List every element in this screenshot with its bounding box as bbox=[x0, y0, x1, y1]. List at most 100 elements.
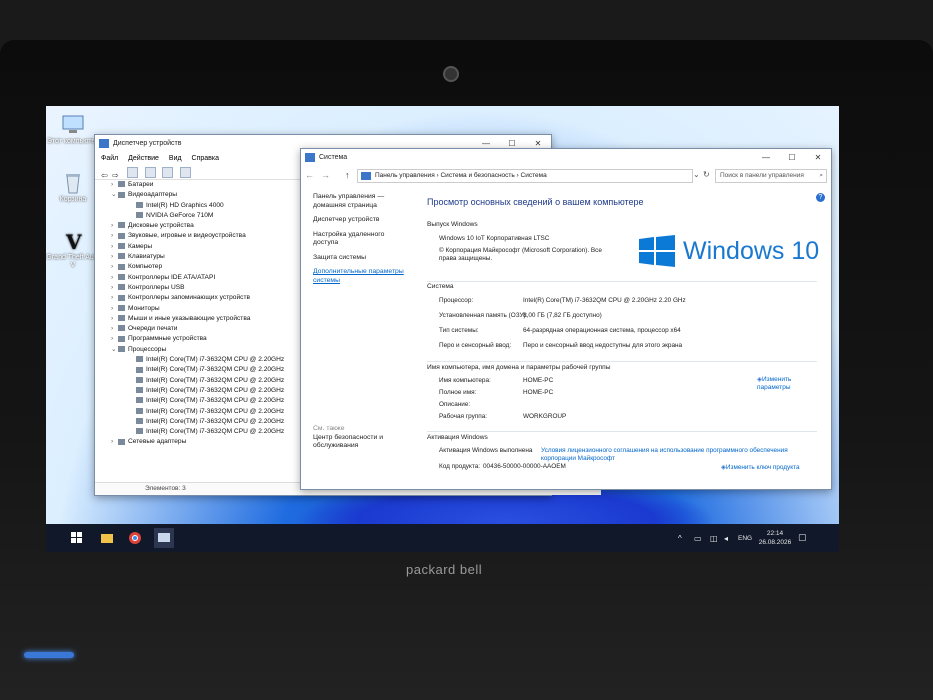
info-value: HOME-PC bbox=[523, 377, 554, 384]
help-icon[interactable] bbox=[144, 167, 156, 178]
dropdown-chevron-icon[interactable]: ⌄ bbox=[693, 169, 700, 181]
volume-icon[interactable]: ◂ bbox=[724, 534, 728, 543]
menu-action[interactable]: Действие bbox=[128, 155, 159, 162]
system-window[interactable]: Система — ☐ ✕ ← → ↑ Панель управления › … bbox=[300, 148, 832, 490]
tree-item-label: Intel(R) Core(TM) i7-3632QM CPU @ 2.20GH… bbox=[146, 407, 285, 415]
search-input[interactable]: Поиск в панели управления ⌕ bbox=[715, 169, 827, 183]
tree-item-label: Intel(R) Core(TM) i7-3632QM CPU @ 2.20GH… bbox=[146, 397, 285, 405]
nav-home-link[interactable]: Панель управления — домашняя страница bbox=[313, 193, 409, 210]
collapse-chevron-icon[interactable]: › bbox=[111, 242, 118, 252]
collapse-chevron-icon[interactable]: › bbox=[111, 293, 118, 303]
collapse-chevron-icon[interactable]: › bbox=[111, 262, 118, 272]
battery-icon[interactable]: ▭ bbox=[694, 534, 702, 543]
desktop-icon-label: Этот компьютер bbox=[46, 138, 100, 145]
desktop-icon-gta[interactable]: V Grand Theft Auto V bbox=[46, 230, 100, 270]
tree-item-label: Intel(R) Core(TM) i7-3632QM CPU @ 2.20GH… bbox=[146, 366, 285, 374]
nav-device-manager-link[interactable]: Диспетчер устройств bbox=[313, 216, 409, 225]
screen: Этот компьютер Корзина V Grand Theft Aut… bbox=[46, 106, 839, 552]
forward-arrow-icon[interactable]: → bbox=[321, 169, 330, 181]
help-icon[interactable]: ? bbox=[816, 193, 825, 202]
menu-help[interactable]: Справка bbox=[192, 155, 219, 162]
language-indicator[interactable]: ENG bbox=[738, 534, 752, 543]
clock[interactable]: 22:14 26.08.2026 bbox=[758, 529, 792, 547]
edition-section-title: Выпуск Windows bbox=[427, 221, 478, 228]
nav-advanced-settings-link[interactable]: Дополнительные параметры системы bbox=[313, 268, 409, 285]
collapse-chevron-icon[interactable]: › bbox=[111, 180, 118, 190]
device-icon bbox=[118, 346, 125, 352]
desktop-icon-this-pc[interactable]: Этот компьютер bbox=[46, 114, 100, 146]
taskbar: ^ ▭ ◫ ◂ ENG 22:14 26.08.2026 ▢ bbox=[46, 524, 839, 552]
collapse-chevron-icon[interactable]: › bbox=[111, 283, 118, 293]
nav-remote-access-link[interactable]: Настройка удаленного доступа bbox=[313, 231, 409, 248]
minimize-button[interactable]: — bbox=[753, 149, 779, 167]
collapse-chevron-icon[interactable]: › bbox=[111, 334, 118, 344]
address-bar[interactable]: Панель управления › Система и безопаснос… bbox=[357, 169, 693, 183]
divider bbox=[427, 281, 817, 282]
device-icon bbox=[136, 387, 143, 394]
refresh-icon[interactable]: ↻ bbox=[703, 169, 710, 181]
info-value: 8,00 ГБ (7,82 ГБ доступно) bbox=[523, 312, 602, 319]
up-arrow-icon[interactable]: ↑ bbox=[345, 169, 350, 181]
network-icon[interactable]: ◫ bbox=[710, 534, 718, 543]
device-icon bbox=[136, 397, 143, 404]
taskbar-chrome[interactable] bbox=[128, 531, 142, 545]
device-icon bbox=[136, 366, 143, 373]
chrome-icon bbox=[129, 532, 141, 544]
scan-hardware-icon[interactable] bbox=[179, 167, 191, 178]
windows-logo-icon bbox=[639, 235, 675, 267]
product-code-value: 00436-50000-00000-AAOEM bbox=[483, 463, 566, 470]
collapse-chevron-icon[interactable]: › bbox=[111, 437, 118, 447]
collapse-chevron-icon[interactable]: › bbox=[111, 314, 118, 324]
tree-item-label: Intel(R) Core(TM) i7-3632QM CPU @ 2.20GH… bbox=[146, 428, 285, 436]
nav-system-protection-link[interactable]: Защита системы bbox=[313, 254, 409, 263]
info-value: HOME-PC bbox=[523, 389, 554, 396]
tree-item-label: Процессоры bbox=[128, 345, 167, 353]
tree-item-label: Контроллеры запоминающих устройств bbox=[128, 294, 250, 302]
maximize-button[interactable]: ☐ bbox=[779, 149, 805, 167]
device-icon bbox=[118, 315, 125, 322]
notifications-icon[interactable]: ▢ bbox=[798, 533, 807, 542]
change-key-link[interactable]: ◈Изменить ключ продукта bbox=[721, 463, 800, 471]
nav-security-link[interactable]: Центр безопасности и обслуживания bbox=[313, 434, 409, 451]
update-driver-icon[interactable] bbox=[162, 167, 174, 178]
back-arrow-icon[interactable]: ⇦ bbox=[101, 171, 108, 180]
close-button[interactable]: ✕ bbox=[805, 149, 831, 167]
laptop-brand: packard bell bbox=[406, 562, 483, 577]
collapse-chevron-icon[interactable]: › bbox=[111, 252, 118, 262]
license-link[interactable]: Условия лицензионного соглашения на испо… bbox=[541, 447, 811, 463]
start-button[interactable] bbox=[70, 531, 84, 545]
info-value: 64-разрядная операционная система, проце… bbox=[523, 327, 681, 334]
forward-arrow-icon[interactable]: ⇨ bbox=[112, 171, 119, 180]
tree-item-label: Дисковые устройства bbox=[128, 222, 194, 230]
divider bbox=[427, 431, 817, 432]
taskbar-explorer[interactable] bbox=[100, 531, 114, 545]
clock-date: 26.08.2026 bbox=[758, 539, 792, 546]
properties-icon[interactable] bbox=[127, 167, 139, 178]
collapse-chevron-icon[interactable]: › bbox=[111, 324, 118, 334]
tree-item-label: Intel(R) Core(TM) i7-3632QM CPU @ 2.20GH… bbox=[146, 386, 285, 394]
collapse-chevron-icon[interactable]: › bbox=[111, 231, 118, 241]
tray-chevron-icon[interactable]: ^ bbox=[678, 534, 682, 543]
desktop-icon-recycle-bin[interactable]: Корзина bbox=[46, 172, 100, 204]
activation-section-title: Активация Windows bbox=[427, 434, 488, 441]
tree-item-label: Очереди печати bbox=[128, 325, 178, 333]
edition-value: Windows 10 IoT Корпоративная LTSC bbox=[439, 235, 550, 242]
expand-chevron-icon[interactable]: ⌄ bbox=[111, 345, 118, 355]
collapse-chevron-icon[interactable]: › bbox=[111, 221, 118, 231]
change-params-link[interactable]: ◈Изменить параметры bbox=[757, 376, 817, 392]
back-arrow-icon[interactable]: ← bbox=[305, 169, 314, 181]
menu-file[interactable]: Файл bbox=[101, 155, 118, 162]
info-label: Рабочая группа: bbox=[439, 413, 488, 420]
windows-logo bbox=[639, 235, 675, 272]
device-icon bbox=[136, 212, 143, 219]
device-icon bbox=[118, 335, 125, 342]
expand-chevron-icon[interactable]: ⌄ bbox=[111, 190, 118, 200]
collapse-chevron-icon[interactable]: › bbox=[111, 273, 118, 283]
recycle-bin-icon bbox=[60, 172, 86, 194]
system-titlebar[interactable]: Система — ☐ ✕ bbox=[301, 149, 831, 167]
collapse-chevron-icon[interactable]: › bbox=[111, 304, 118, 314]
menu-view[interactable]: Вид bbox=[169, 155, 182, 162]
device-icon bbox=[118, 181, 125, 188]
taskbar-device-manager[interactable] bbox=[154, 528, 174, 548]
info-label: Имя компьютера: bbox=[439, 377, 491, 384]
